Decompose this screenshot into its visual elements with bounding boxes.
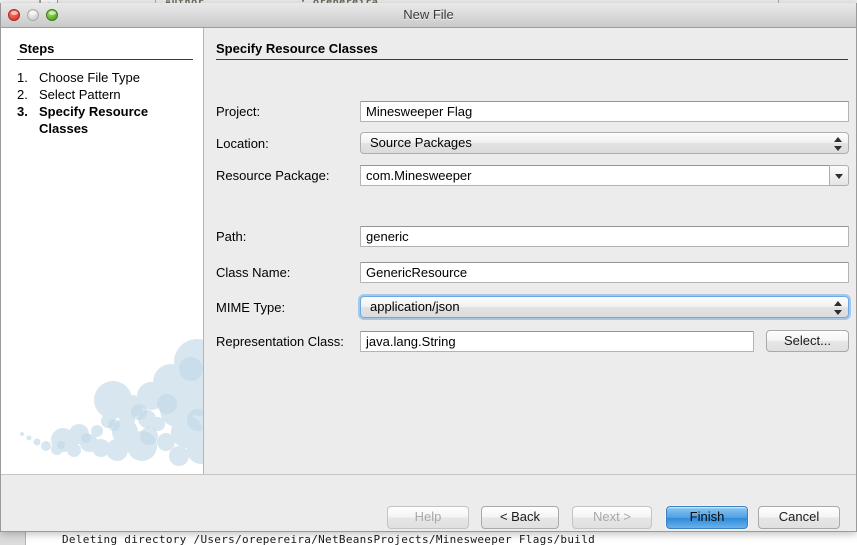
page-title: Specify Resource Classes — [216, 41, 378, 56]
cancel-button[interactable]: Cancel — [758, 506, 840, 529]
row-mime-type: MIME Type: application/json — [216, 296, 849, 318]
next-button[interactable]: Next > — [572, 506, 652, 529]
step-number: 2. — [17, 87, 28, 102]
step-item-2: 2. Select Pattern — [17, 86, 197, 103]
step-label: Select Pattern — [39, 87, 121, 102]
resource-package-label: Resource Package: — [216, 167, 330, 183]
mime-type-value: application/json — [370, 299, 460, 314]
decorative-bubbles-graphic — [20, 339, 203, 466]
new-file-dialog: New File Steps 1. Choose File Type 2. Se… — [0, 3, 857, 532]
steps-sidebar: Steps 1. Choose File Type 2. Select Patt… — [1, 28, 204, 474]
stepper-arrows-icon — [834, 300, 842, 316]
steps-heading: Steps — [19, 41, 55, 56]
row-representation-class: Representation Class: java.lang.String S… — [216, 330, 849, 352]
class-name-label: Class Name: — [216, 264, 291, 280]
mime-type-label: MIME Type: — [216, 299, 286, 315]
step-item-3-current: 3. Specify Resource Classes — [17, 103, 197, 137]
path-input[interactable]: generic — [360, 225, 849, 247]
project-label: Project: — [216, 103, 261, 119]
row-path: Path: generic — [216, 225, 849, 247]
back-button[interactable]: < Back — [481, 506, 559, 529]
row-resource-package: Resource Package: com.Minesweeper — [216, 164, 849, 186]
background-output-log-line: Deleting directory /Users/orepereira/Net… — [62, 533, 596, 545]
stepper-arrows-icon — [834, 136, 842, 152]
resource-package-input[interactable]: com.Minesweeper — [360, 164, 829, 186]
page-title-rule — [216, 59, 848, 60]
finish-button[interactable]: Finish — [666, 506, 748, 529]
row-location: Location: Source Packages — [216, 132, 849, 154]
step-number: 3. — [17, 104, 28, 119]
help-button[interactable]: Help — [387, 506, 469, 529]
location-popup-button[interactable]: Source Packages — [360, 132, 849, 154]
main-panel: Specify Resource Classes Project: Minesw… — [205, 28, 856, 474]
dialog-button-bar: Help < Back Next > Finish Cancel — [1, 474, 856, 531]
path-label: Path: — [216, 228, 247, 244]
mime-type-popup-button[interactable]: application/json — [360, 296, 849, 318]
class-name-input[interactable]: GenericResource — [360, 261, 849, 283]
location-value: Source Packages — [370, 135, 472, 150]
chevron-down-icon[interactable] — [829, 164, 849, 186]
resource-package-combo[interactable]: com.Minesweeper — [360, 164, 849, 186]
representation-class-label: Representation Class: — [216, 333, 344, 349]
row-project: Project: Minesweeper Flag — [216, 100, 849, 122]
dialog-body: Steps 1. Choose File Type 2. Select Patt… — [1, 28, 856, 474]
window-title: New File — [403, 7, 454, 22]
steps-list: 1. Choose File Type 2. Select Pattern 3.… — [17, 69, 197, 137]
representation-class-input[interactable]: java.lang.String — [360, 330, 754, 352]
project-input[interactable]: Minesweeper Flag — [360, 100, 849, 122]
location-label: Location: — [216, 135, 269, 151]
select-button[interactable]: Select... — [766, 330, 849, 352]
steps-heading-rule — [17, 59, 193, 60]
step-label: Choose File Type — [39, 70, 140, 85]
step-item-1: 1. Choose File Type — [17, 69, 197, 86]
step-label: Specify Resource Classes — [39, 104, 149, 136]
step-number: 1. — [17, 70, 28, 85]
dialog-titlebar[interactable]: New File — [1, 3, 856, 28]
row-class-name: Class Name: GenericResource — [216, 261, 849, 283]
